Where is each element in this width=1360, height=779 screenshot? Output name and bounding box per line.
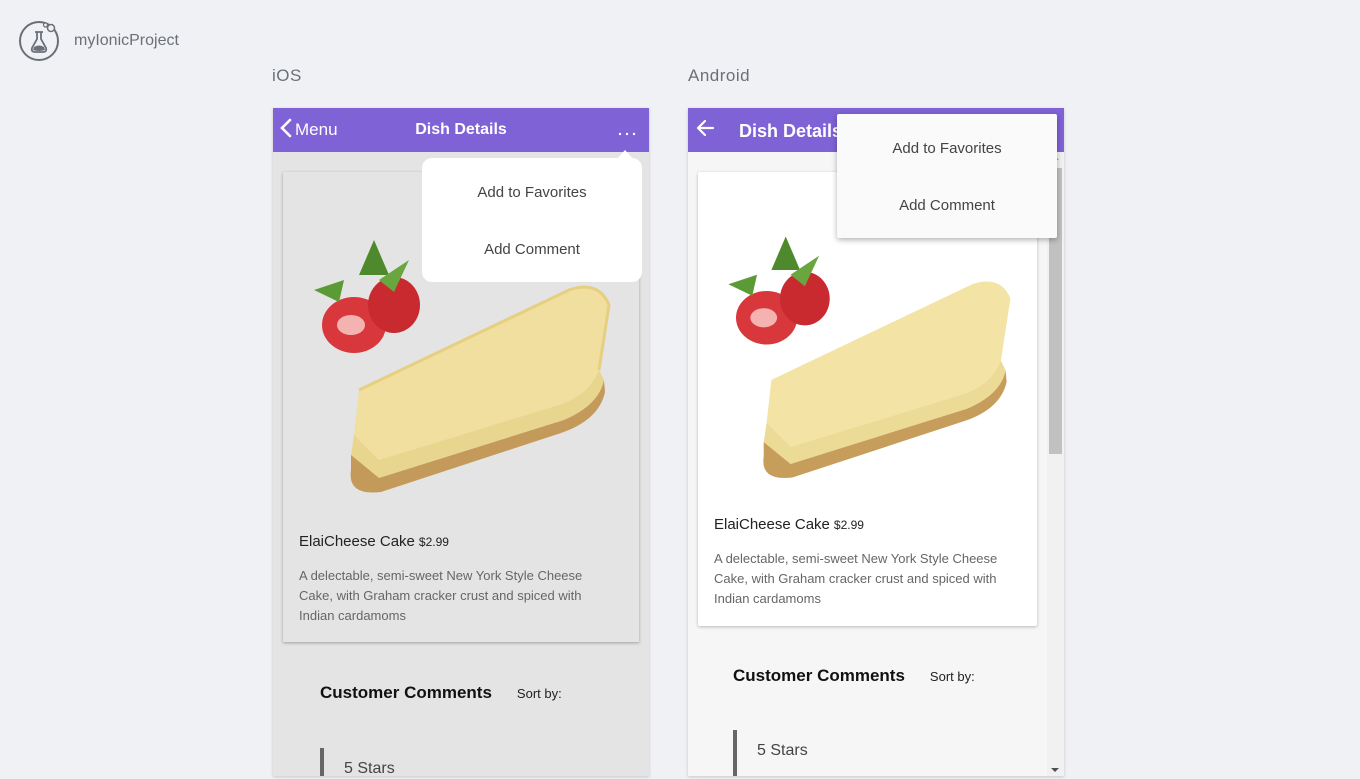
android-toolbar-title: Dish Details <box>739 121 843 141</box>
android-preview: Dish Details ElaiCheese Cake $2.99 A dele… <box>688 108 1064 776</box>
ios-back-label: Menu <box>295 120 338 139</box>
android-back-button[interactable] <box>696 108 716 152</box>
app-title: myIonicProject <box>74 32 179 49</box>
menu-item-add-to-favorites[interactable]: Add to Favorites <box>422 164 642 221</box>
dish-card: ElaiCheese Cake $2.99 A delectable, semi-… <box>698 172 1037 626</box>
android-platform-label: Android <box>688 66 751 85</box>
comment-item: 5 Stars <box>320 748 395 776</box>
chevron-left-icon <box>279 117 293 144</box>
menu-item-add-comment[interactable]: Add Comment <box>422 221 642 278</box>
comments-header: Customer Comments Sort by: <box>320 683 562 703</box>
comments-header: Customer Comments Sort by: <box>733 666 975 686</box>
dish-description: A delectable, semi-sweet New York Style … <box>714 551 998 606</box>
menu-item-add-to-favorites[interactable]: Add to Favorites <box>837 120 1057 177</box>
sort-by-label[interactable]: Sort by: <box>517 686 562 701</box>
ios-popover-menu: Add to Favorites Add Comment <box>422 158 642 282</box>
ios-preview: Dish Details Menu ElaiCheese Cake $2.99 … <box>273 108 649 776</box>
ellipsis-icon[interactable] <box>615 120 639 140</box>
ionic-flask-icon <box>18 20 60 62</box>
app-header: myIonicProject <box>18 20 179 62</box>
dish-name: ElaiCheese Cake $2.99 <box>299 533 449 550</box>
scroll-down-arrow-icon[interactable] <box>1051 768 1059 772</box>
comments-title: Customer Comments <box>320 683 492 702</box>
dish-price: $2.99 <box>833 518 864 532</box>
dish-name: ElaiCheese Cake $2.99 <box>714 516 864 533</box>
ios-platform-label: iOS <box>272 66 302 85</box>
comments-title: Customer Comments <box>733 666 905 685</box>
arrow-left-icon <box>696 118 716 143</box>
sort-by-label[interactable]: Sort by: <box>930 669 975 684</box>
dish-description: A delectable, semi-sweet New York Style … <box>299 568 583 623</box>
ios-toolbar: Dish Details Menu <box>273 108 649 152</box>
cheesecake-image <box>714 216 1020 496</box>
ios-back-button[interactable]: Menu <box>279 108 338 152</box>
comment-item: 5 Stars <box>733 730 808 776</box>
popover-arrow <box>617 150 633 159</box>
dish-price: $2.99 <box>418 535 449 549</box>
android-popover-menu: Add to Favorites Add Comment <box>837 114 1057 238</box>
menu-item-add-comment[interactable]: Add Comment <box>837 177 1057 234</box>
scrollbar[interactable] <box>1047 152 1064 776</box>
